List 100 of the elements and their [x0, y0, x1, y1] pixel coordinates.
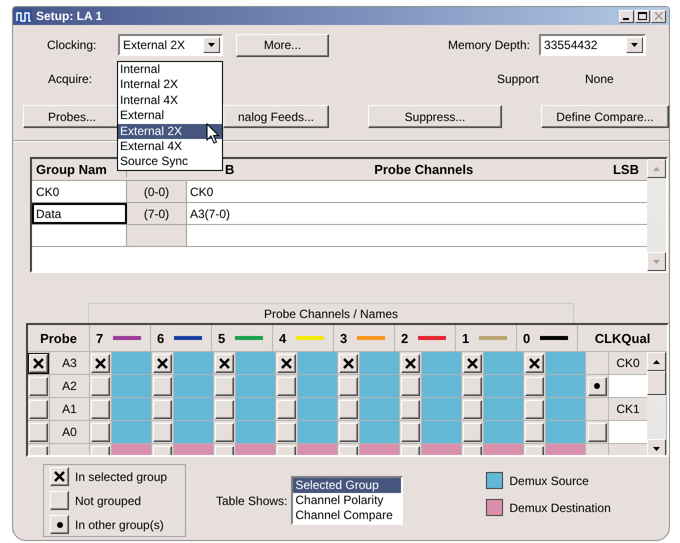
- clock-button[interactable]: [588, 376, 606, 396]
- field-label: Table Shows:: [216, 494, 288, 508]
- column-header: 1: [456, 325, 517, 351]
- checkbox[interactable]: [29, 422, 48, 442]
- checkbox[interactable]: [277, 354, 296, 372]
- checkbox[interactable]: [401, 376, 420, 396]
- field-label: Memory Depth:: [448, 38, 530, 52]
- checkbox[interactable]: [153, 400, 172, 418]
- list-option[interactable]: Channel Compare: [293, 508, 402, 523]
- table-cell-text: CK0: [189, 184, 214, 200]
- scrollbar[interactable]: [647, 159, 666, 271]
- clocking-dropdown[interactable]: External 2X: [118, 34, 223, 56]
- checkbox[interactable]: [463, 354, 482, 372]
- checkbox[interactable]: [339, 422, 358, 442]
- clock-button[interactable]: [588, 422, 606, 442]
- checkbox[interactable]: [277, 376, 296, 396]
- table-shows-list[interactable]: Selected Group Channel Polarity Channel Compare: [291, 476, 404, 525]
- column-header: Probe Channels: [374, 162, 474, 177]
- checkbox[interactable]: [277, 422, 296, 442]
- legend-label: In other group(s): [75, 518, 164, 532]
- cross-icon: [529, 358, 540, 368]
- table-cell: A2: [50, 375, 89, 397]
- checkbox[interactable]: [525, 422, 544, 442]
- checkbox[interactable]: [525, 376, 544, 396]
- checkbox[interactable]: [91, 354, 110, 372]
- checkbox[interactable]: [525, 354, 544, 372]
- list-option[interactable]: Channel Polarity: [293, 493, 402, 508]
- maximize-button[interactable]: [635, 10, 650, 22]
- column-header: B: [225, 162, 234, 177]
- checkbox[interactable]: [29, 376, 48, 396]
- close-icon: [654, 12, 662, 20]
- checkbox[interactable]: [401, 354, 420, 372]
- action-button[interactable]: nalog Feeds...: [223, 105, 329, 128]
- more-button[interactable]: More...: [236, 34, 329, 56]
- action-button[interactable]: Define Compare...: [541, 105, 669, 128]
- up-arrow-icon: [653, 166, 660, 170]
- checkbox[interactable]: [401, 422, 420, 442]
- dot-icon: [56, 522, 62, 528]
- scrollbar-thumb[interactable]: [647, 371, 666, 395]
- checkbox[interactable]: [153, 376, 172, 396]
- checkbox[interactable]: [29, 400, 48, 418]
- dropdown-option[interactable]: External 4X: [118, 139, 222, 154]
- cross-icon: [219, 358, 230, 368]
- checkbox[interactable]: [339, 354, 358, 372]
- table-cell: CK0: [609, 352, 647, 374]
- checkbox[interactable]: [277, 400, 296, 418]
- checkbox[interactable]: [525, 400, 544, 418]
- maximize-icon: [638, 12, 647, 20]
- checkbox[interactable]: [29, 354, 48, 372]
- table-cell-text: A3(7-0): [189, 206, 232, 222]
- dropdown-option[interactable]: Internal: [118, 62, 222, 78]
- window-title: Setup: LA 1: [36, 9, 102, 23]
- checkbox[interactable]: [215, 376, 234, 396]
- table-cell: CK1: [609, 398, 647, 420]
- table-cell: A1: [50, 398, 89, 420]
- dropdown-option[interactable]: Internal 4X: [118, 92, 222, 108]
- field-label: Acquire:: [48, 72, 92, 86]
- checkbox[interactable]: [215, 400, 234, 418]
- table-cell: A3: [50, 352, 89, 374]
- action-button[interactable]: Suppress...: [368, 105, 502, 128]
- checkbox[interactable]: [91, 376, 110, 396]
- checkbox[interactable]: [339, 400, 358, 418]
- list-option[interactable]: Selected Group: [293, 478, 402, 493]
- checkbox[interactable]: [401, 400, 420, 418]
- down-arrow-icon: [653, 446, 660, 450]
- up-arrow-icon: [653, 360, 660, 364]
- checkbox[interactable]: [153, 354, 172, 372]
- input-field[interactable]: [609, 375, 647, 397]
- dropdown-option[interactable]: Internal 2X: [118, 77, 222, 93]
- dropdown-option[interactable]: External: [118, 108, 222, 124]
- checkbox[interactable]: [215, 354, 234, 372]
- checkbox[interactable]: [215, 422, 234, 442]
- field-value: None: [585, 72, 615, 86]
- checkbox[interactable]: [91, 422, 110, 442]
- cross-icon: [157, 358, 168, 368]
- field-label: Support: [496, 72, 539, 86]
- memory-depth-dropdown[interactable]: 33554432: [539, 34, 646, 56]
- column-header: Probe: [28, 325, 90, 351]
- down-arrow-icon: [653, 260, 660, 264]
- checkbox[interactable]: [153, 422, 172, 442]
- minimize-button[interactable]: [619, 10, 634, 22]
- checkbox[interactable]: [339, 376, 358, 396]
- close-button[interactable]: [651, 10, 666, 22]
- input-field[interactable]: [609, 421, 647, 443]
- column-header: LSB: [612, 162, 639, 177]
- table-cell[interactable]: Data: [32, 203, 127, 224]
- checkbox[interactable]: [463, 400, 482, 418]
- column-header: CLKQual: [594, 330, 652, 348]
- scrollbar[interactable]: [647, 352, 666, 455]
- table-cell: (0-0): [127, 181, 187, 202]
- checkbox[interactable]: [463, 376, 482, 396]
- checkbox[interactable]: [91, 400, 110, 418]
- column-header: 4: [273, 325, 334, 351]
- dropdown-option[interactable]: External 2X: [118, 124, 222, 140]
- waveform-icon: [16, 10, 32, 22]
- legend-label: Demux Destination: [509, 500, 611, 514]
- table-cell: A0: [50, 421, 89, 443]
- checkbox[interactable]: [463, 422, 482, 442]
- column-header: 2: [395, 325, 456, 351]
- cross-icon: [405, 358, 416, 368]
